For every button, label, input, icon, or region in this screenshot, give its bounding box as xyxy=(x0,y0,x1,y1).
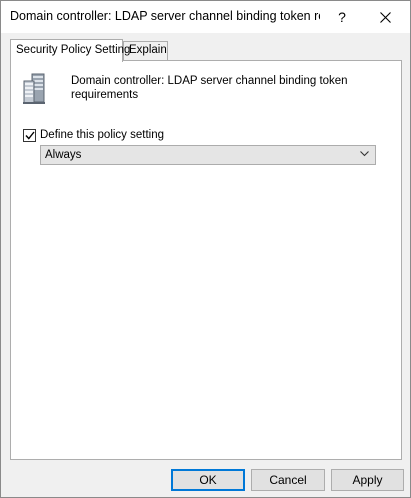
tab-security-policy-setting[interactable]: Security Policy Setting xyxy=(10,39,130,62)
policy-title: Domain controller: LDAP server channel b… xyxy=(71,75,348,101)
define-policy-row[interactable]: Define this policy setting xyxy=(23,127,164,143)
chevron-down-icon xyxy=(360,151,369,157)
checkmark-icon xyxy=(24,131,35,140)
ok-button[interactable]: OK xyxy=(171,469,245,491)
cancel-button[interactable]: Cancel xyxy=(251,469,325,491)
window-title: Domain controller: LDAP server channel b… xyxy=(10,9,320,23)
server-icon xyxy=(23,73,45,104)
policy-properties-dialog: Domain controller: LDAP server channel b… xyxy=(0,0,411,498)
help-icon: ? xyxy=(338,9,346,25)
define-policy-checkbox[interactable] xyxy=(23,128,36,142)
title-bar[interactable]: Domain controller: LDAP server channel b… xyxy=(1,1,410,33)
define-policy-label: Define this policy setting xyxy=(40,129,165,141)
policy-value-dropdown[interactable]: Always xyxy=(40,145,376,165)
help-button[interactable]: ? xyxy=(319,1,365,33)
tab-strip: Security Policy Setting Explain xyxy=(10,39,402,62)
close-button[interactable] xyxy=(362,1,408,33)
tab-panel: Domain controller: LDAP server channel b… xyxy=(10,60,402,460)
apply-button[interactable]: Apply xyxy=(331,469,404,491)
close-icon xyxy=(379,11,391,23)
dropdown-selected-value: Always xyxy=(45,149,82,161)
